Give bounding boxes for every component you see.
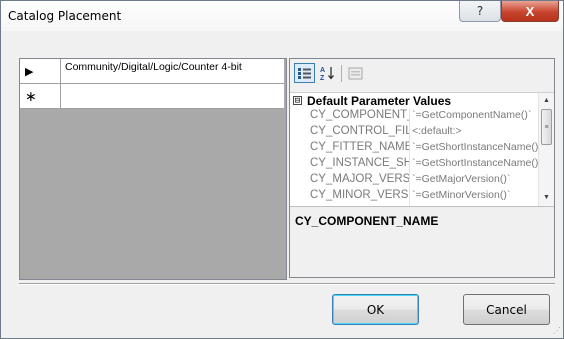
property-value[interactable]: `=GetMajorVersion()`: [412, 172, 538, 187]
resize-grip-icon[interactable]: ⋰: [551, 326, 561, 336]
window-title: Catalog Placement: [8, 9, 122, 23]
toolbar-separator: [341, 65, 342, 82]
property-name: CY_COMPONENT_NAME: [310, 109, 409, 121]
new-row-icon: ∗: [25, 87, 37, 104]
property-value[interactable]: <:default:>: [412, 124, 538, 139]
grid-row[interactable]: ▶ Community/Digital/Logic/Counter 4-bit: [20, 59, 284, 84]
property-pages-icon: [348, 67, 363, 79]
new-row-cell[interactable]: [62, 84, 284, 108]
property-scrollbar[interactable]: ▲ ≡ ▼: [538, 93, 554, 206]
property-value[interactable]: `=GetShortInstanceName()`: [412, 156, 538, 171]
current-row-icon: ▶: [25, 65, 34, 78]
svg-text:A: A: [320, 67, 325, 74]
property-value[interactable]: `=GetMinorVersion()`: [412, 188, 538, 203]
title-bar[interactable]: Catalog Placement ? X: [1, 1, 563, 31]
catalog-path-cell[interactable]: Community/Digital/Logic/Counter 4-bit: [62, 59, 284, 83]
categorized-button[interactable]: [294, 63, 315, 83]
collapse-icon[interactable]: ⊟: [293, 96, 302, 106]
scroll-thumb[interactable]: ≡: [541, 109, 552, 145]
property-name: CY_MAJOR_VERSION: [310, 173, 409, 185]
close-button[interactable]: X: [501, 1, 559, 22]
property-name: CY_MINOR_VERSION: [310, 189, 409, 201]
category-label: Default Parameter Values: [307, 93, 452, 108]
ok-button[interactable]: OK: [332, 294, 419, 325]
property-row[interactable]: CY_COMPONENT_NAME `=GetComponentName()`: [290, 108, 538, 123]
property-row[interactable]: CY_MINOR_VERSION `=GetMinorVersion()`: [290, 188, 538, 203]
category-default-parameter-values[interactable]: ⊟ Default Parameter Values: [290, 93, 538, 108]
description-title: CY_COMPONENT_NAME: [295, 214, 439, 228]
grid-row-new[interactable]: ∗: [20, 84, 284, 109]
row-header-current[interactable]: ▶: [20, 59, 61, 83]
property-pages-button[interactable]: [345, 63, 366, 83]
description-pane: CY_COMPONENT_NAME: [290, 208, 554, 277]
help-icon: ?: [476, 4, 484, 18]
catalog-placement-dialog: Catalog Placement ? X ▶ Community/Digita…: [0, 0, 564, 339]
property-row[interactable]: CY_INSTANCE_SHORT_NAME `=GetShortInstanc…: [290, 156, 538, 171]
property-toolbar: A Z: [290, 59, 554, 89]
property-row[interactable]: CY_CONTROL_FILE <:default:>: [290, 124, 538, 139]
property-row[interactable]: CY_FITTER_NAME `=GetShortInstanceName()`: [290, 140, 538, 155]
main-area: ▶ Community/Digital/Logic/Counter 4-bit …: [19, 58, 556, 280]
categorized-view-icon: [298, 67, 311, 79]
help-button[interactable]: ?: [459, 1, 501, 22]
scroll-up-icon[interactable]: ▲: [539, 93, 554, 108]
alphabetical-button[interactable]: A Z: [317, 63, 338, 83]
scroll-down-icon[interactable]: ▼: [539, 190, 554, 205]
footer-divider: [19, 283, 555, 285]
property-value[interactable]: `=GetShortInstanceName()`: [412, 140, 538, 155]
row-header-new[interactable]: ∗: [20, 84, 61, 108]
column-divider[interactable]: [409, 108, 410, 206]
property-name: CY_FITTER_NAME: [310, 141, 409, 153]
property-value[interactable]: `=GetComponentName()`: [412, 108, 538, 123]
property-grid-panel: A Z ⊟ Default Parameter Values CY_COMPON…: [289, 58, 555, 278]
property-name: CY_CONTROL_FILE: [310, 125, 409, 137]
property-name: CY_INSTANCE_SHORT_NAME: [310, 157, 409, 169]
property-row[interactable]: CY_MAJOR_VERSION `=GetMajorVersion()`: [290, 172, 538, 187]
placement-grid[interactable]: ▶ Community/Digital/Logic/Counter 4-bit …: [19, 58, 287, 280]
close-icon: X: [525, 3, 535, 19]
property-list[interactable]: ⊟ Default Parameter Values CY_COMPONENT_…: [290, 92, 554, 207]
cancel-button[interactable]: Cancel: [463, 294, 550, 325]
alphabetical-sort-icon: A Z: [320, 67, 334, 81]
svg-text:Z: Z: [320, 75, 325, 81]
